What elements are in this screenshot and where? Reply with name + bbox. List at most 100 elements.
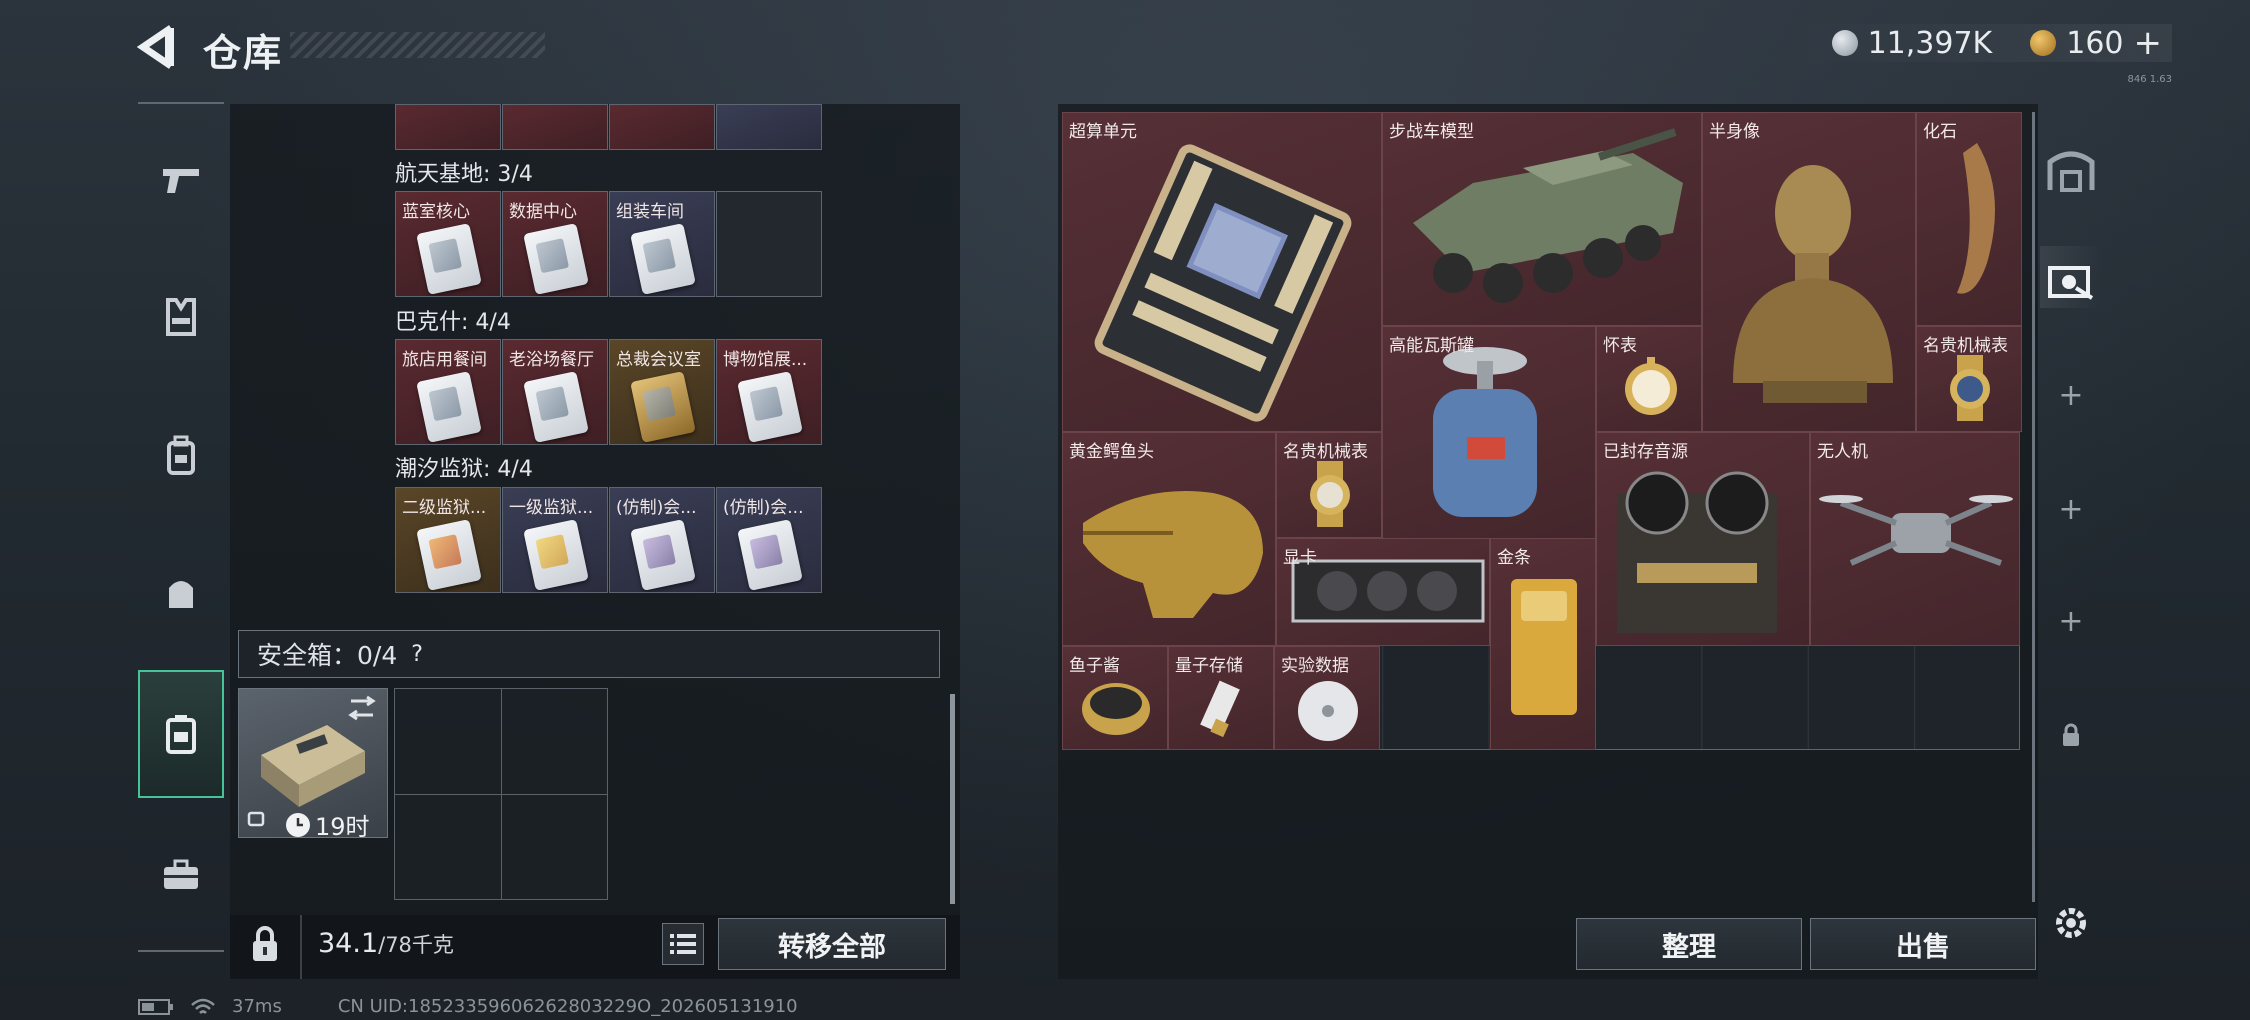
item-reel-recorder[interactable]: 已封存音源	[1596, 432, 1810, 646]
wifi-icon	[191, 998, 215, 1014]
sidebar-item-weapons[interactable]	[138, 125, 224, 235]
section-title: 潮汐监狱: 4/4	[395, 457, 533, 482]
item-quantum-storage[interactable]: 量子存储	[1168, 646, 1274, 750]
safe-box-empty-slots[interactable]	[394, 688, 608, 900]
keycard-slot[interactable]: 组装车间	[609, 191, 715, 297]
keycard-label: 老浴场餐厅	[509, 350, 594, 370]
item-label: 半身像	[1709, 122, 1760, 142]
stash-tab-2[interactable]	[2040, 246, 2102, 308]
item-label: 实验数据	[1281, 656, 1349, 676]
weight-value: 34.1	[318, 928, 379, 959]
list-icon	[670, 934, 696, 954]
timer: 19时	[285, 807, 370, 842]
keycard-slot[interactable]: 旅店用餐间	[395, 339, 501, 445]
item-caviar[interactable]: 鱼子酱	[1062, 646, 1168, 750]
card-row-partial	[395, 104, 823, 150]
title-decoration	[290, 32, 545, 58]
item-label: 量子存储	[1175, 656, 1243, 676]
lock-icon[interactable]	[250, 925, 280, 967]
keycard-slot[interactable]	[609, 104, 715, 150]
add-tab-button[interactable]: +	[2040, 478, 2102, 540]
keycard-label: 蓝室核心	[402, 202, 470, 222]
keycard-slot[interactable]: 二级监狱...	[395, 487, 501, 593]
keycard-slot[interactable]: 蓝室核心	[395, 191, 501, 297]
sidebar-item-bag[interactable]	[138, 537, 224, 647]
keycard-icon	[630, 519, 696, 591]
item-golden-croc-head[interactable]: 黄金鳄鱼头	[1062, 432, 1276, 646]
gold-bar-icon	[1511, 579, 1577, 715]
transfer-all-button[interactable]: 转移全部	[718, 918, 946, 970]
reel-recorder-icon	[1617, 471, 1777, 633]
sell-button[interactable]: 出售	[1810, 918, 2036, 970]
keycard-icon	[630, 371, 696, 443]
keycard-slot[interactable]: 博物馆展...	[716, 339, 822, 445]
sort-button[interactable]: 整理	[1576, 918, 1802, 970]
fossil-claw-icon	[1957, 143, 1995, 294]
sidebar-item-rig[interactable]	[138, 400, 224, 510]
item-gold-bar[interactable]: 金条	[1490, 538, 1596, 750]
gold-amount: 160	[2066, 25, 2124, 61]
supercomputer-board-icon	[1094, 144, 1352, 422]
gear-icon	[2056, 908, 2086, 938]
card-row: 旅店用餐间 老浴场餐厅 总裁会议室 博物馆展...	[395, 339, 823, 445]
add-currency-button[interactable]: +	[2134, 23, 2163, 63]
keycard-slot[interactable]: 一级监狱...	[502, 487, 608, 593]
keycard-label: 博物馆展...	[723, 350, 808, 370]
sidebar-item-safe-box[interactable]	[138, 670, 224, 798]
item-gas-canister[interactable]: 高能瓦斯罐	[1382, 326, 1596, 540]
keycard-slot[interactable]: (仿制)会...	[716, 487, 822, 593]
section-title: 巴克什: 4/4	[395, 310, 511, 335]
keycard-icon	[737, 519, 803, 591]
drone-icon	[1819, 495, 2013, 566]
keycard-slot[interactable]: (仿制)会...	[609, 487, 715, 593]
keycard-slot[interactable]: 老浴场餐厅	[502, 339, 608, 445]
keycard-slot[interactable]	[395, 104, 501, 150]
gold-coin-icon	[2030, 30, 2057, 56]
uid-text: CN UID:18523359606262803229O_20260513191…	[337, 996, 798, 1017]
item-label: 无人机	[1817, 442, 1868, 462]
card-row: 二级监狱... 一级监狱... (仿制)会... (仿制)会...	[395, 487, 823, 593]
back-arrow-icon	[136, 25, 174, 69]
keycard-label: (仿制)会...	[616, 498, 697, 518]
item-fossil[interactable]: 化石	[1916, 112, 2022, 326]
item-supercomputer[interactable]: 超算单元	[1062, 112, 1382, 432]
stash-tab-1[interactable]	[2040, 138, 2102, 200]
section-title: 航天基地: 3/4	[395, 162, 533, 187]
keycard-slot[interactable]: 数据中心	[502, 191, 608, 297]
keycard-icon	[523, 371, 589, 443]
weight-max: /78千克	[378, 933, 454, 957]
add-tab-button[interactable]: +	[2040, 590, 2102, 652]
item-label: 鱼子酱	[1069, 656, 1120, 676]
settings-button[interactable]	[2040, 892, 2102, 954]
sidebar-item-armor[interactable]	[138, 262, 224, 372]
sidebar-divider	[138, 102, 224, 104]
keycard-label: 一级监狱...	[509, 498, 594, 518]
safe-box-icon	[166, 715, 196, 754]
item-pocket-watch[interactable]: 怀表	[1596, 326, 1702, 432]
weight-display: 34.1/78千克	[318, 928, 454, 959]
item-luxury-watch-2[interactable]: 名贵机械表	[1276, 432, 1382, 538]
item-drone[interactable]: 无人机	[1810, 432, 2020, 646]
keycard-slot[interactable]	[502, 104, 608, 150]
back-button[interactable]	[135, 22, 185, 72]
backpack-icon	[167, 435, 195, 475]
scrollbar[interactable]	[950, 694, 955, 904]
item-ifv-model[interactable]: 步战车模型	[1382, 112, 1702, 326]
add-tab-button[interactable]: +	[2040, 364, 2102, 426]
item-bust[interactable]: 半身像	[1702, 112, 1916, 432]
keycard-slot[interactable]	[716, 104, 822, 150]
item-data-disc[interactable]: 实验数据	[1274, 646, 1380, 750]
battery-icon	[138, 998, 173, 1015]
safe-box-header: 安全箱：0/4 ?	[238, 630, 940, 678]
empty-slot[interactable]	[716, 191, 822, 297]
sidebar-item-toolbox[interactable]	[138, 820, 224, 930]
ifv-model-icon	[1413, 128, 1683, 303]
keycard-slot[interactable]: 总裁会议室	[609, 339, 715, 445]
safe-box-item[interactable]: 19时	[238, 688, 388, 841]
locked-tab[interactable]	[2040, 704, 2102, 766]
help-button[interactable]: ?	[411, 642, 423, 667]
item-graphics-card[interactable]: 显卡	[1276, 538, 1490, 646]
list-view-button[interactable]	[662, 923, 704, 965]
item-luxury-watch[interactable]: 名贵机械表	[1916, 326, 2022, 432]
sidebar-divider	[138, 950, 224, 952]
